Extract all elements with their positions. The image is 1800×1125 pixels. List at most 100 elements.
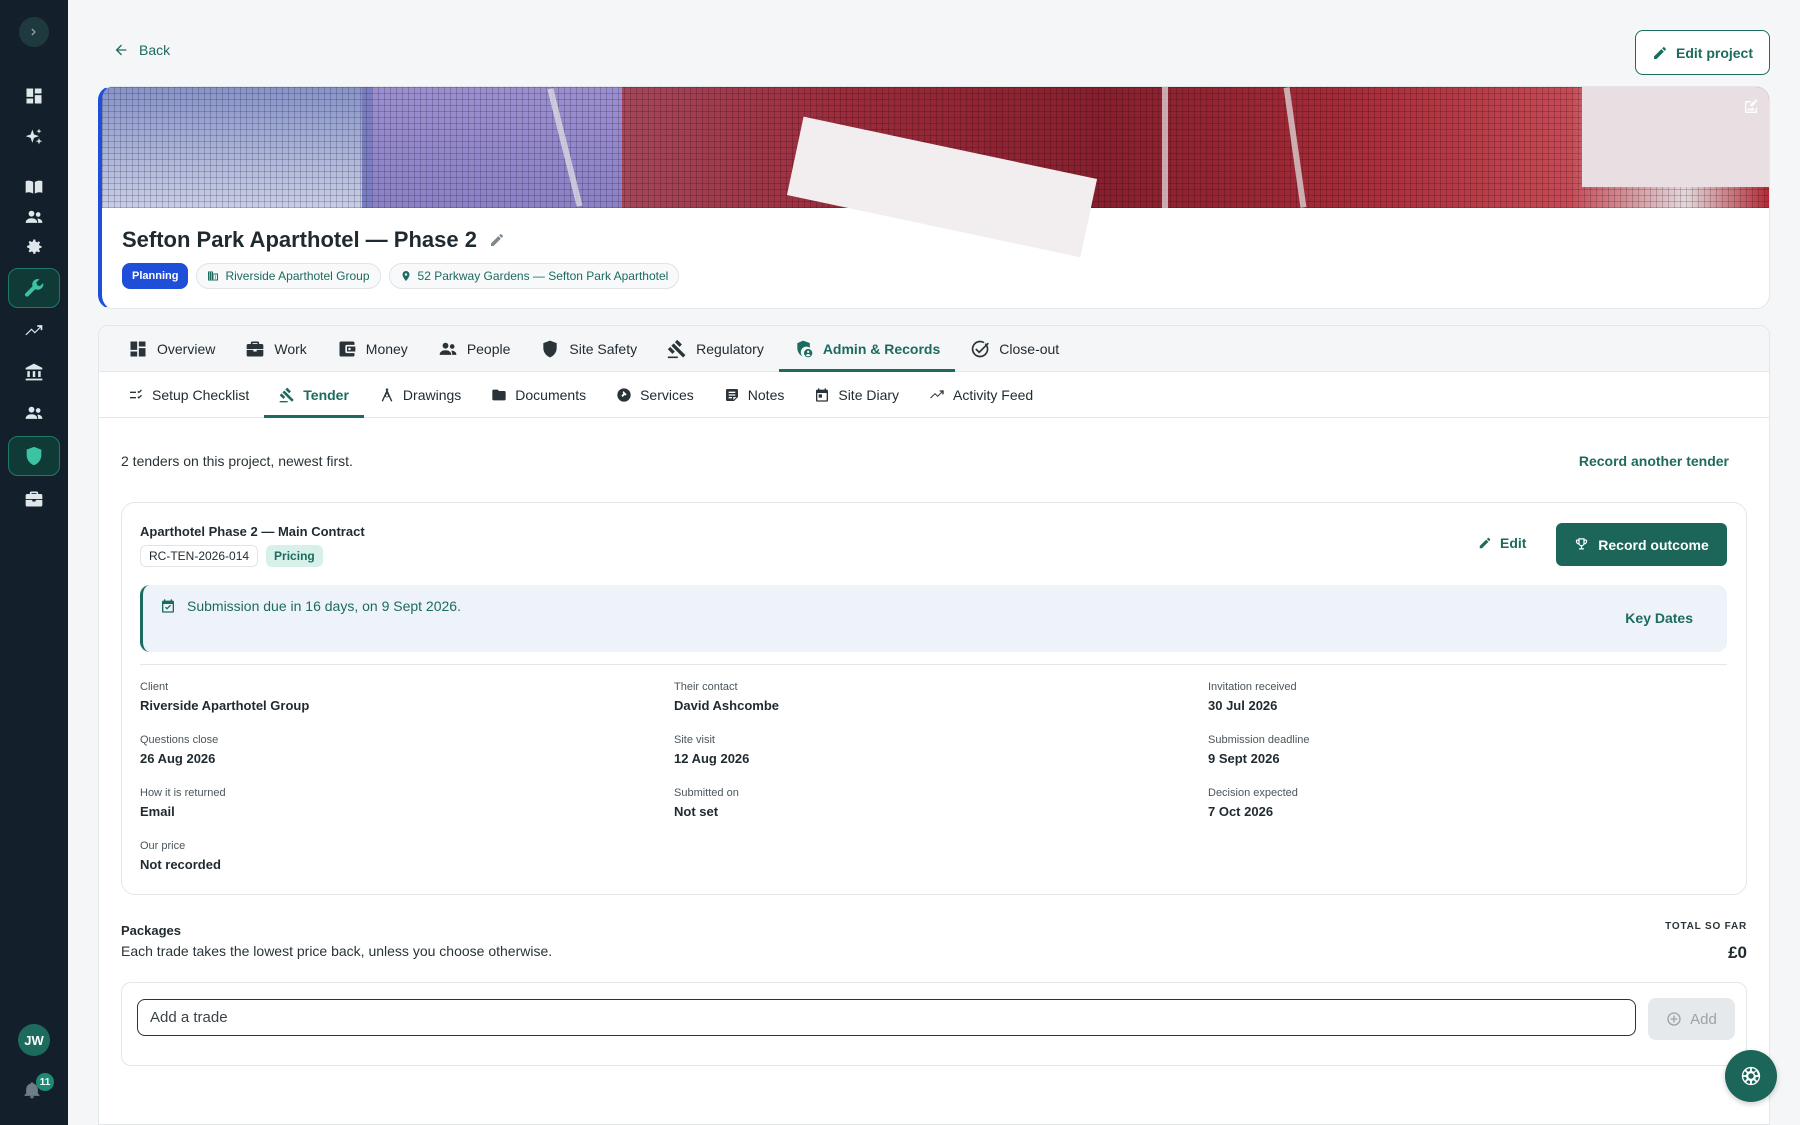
nav-reports[interactable] xyxy=(18,315,50,347)
secondary-tabs: Setup Checklist Tender Drawings Document… xyxy=(99,372,1769,418)
tab-site-safety[interactable]: Site Safety xyxy=(525,326,652,371)
trophy-icon xyxy=(1576,538,1588,550)
chevron-right-icon xyxy=(31,28,36,36)
field-label: Submitted on xyxy=(674,787,739,799)
calendar-check-icon xyxy=(162,599,174,613)
field-label: Invitation received xyxy=(1208,681,1297,693)
dashboard-icon xyxy=(26,88,42,104)
field-label: Decision expected xyxy=(1208,787,1298,799)
project-title-text: Sefton Park Aparthotel — Phase 2 xyxy=(122,227,477,252)
record-another-tender-link[interactable]: Record another tender xyxy=(1579,453,1729,469)
calendar-icon xyxy=(816,387,829,402)
subtab-notes[interactable]: Notes xyxy=(709,372,800,417)
key-dates-link[interactable]: Key Dates xyxy=(1625,610,1693,626)
field-value: 9 Sept 2026 xyxy=(1208,751,1280,766)
field-value: 26 Aug 2026 xyxy=(140,751,216,766)
tab-label: Regulatory xyxy=(696,340,764,357)
pencil-icon xyxy=(1653,46,1666,59)
tab-admin-records[interactable]: Admin & Records xyxy=(778,326,956,372)
tender-card: Aparthotel Phase 2 — Main Contract RC-TE… xyxy=(121,502,1747,895)
tab-label: Close-out xyxy=(999,340,1060,357)
notification-count-badge: 11 xyxy=(36,1073,54,1091)
nav-projects[interactable] xyxy=(8,268,60,308)
tab-label: Site Safety xyxy=(569,340,638,357)
back-link[interactable]: Back xyxy=(113,42,170,58)
field-return-method: How it is returned Email xyxy=(140,787,226,819)
nav-library[interactable] xyxy=(18,171,50,203)
nav-ai[interactable] xyxy=(18,121,50,153)
tab-overview[interactable]: Overview xyxy=(113,326,230,371)
subtab-label: Drawings xyxy=(402,386,462,403)
lifebuoy-icon xyxy=(1741,1066,1761,1086)
subtab-drawings[interactable]: Drawings xyxy=(364,372,476,417)
field-label: Submission deadline xyxy=(1208,734,1310,746)
tab-people[interactable]: People xyxy=(423,326,526,371)
nav-contacts[interactable] xyxy=(18,201,50,233)
nav-team[interactable] xyxy=(18,397,50,429)
help-fab-button[interactable] xyxy=(1725,1050,1777,1102)
client-chip-label: Riverside Aparthotel Group xyxy=(225,269,370,283)
services-icon xyxy=(617,387,631,402)
record-outcome-label: Record outcome xyxy=(1598,536,1709,553)
tab-regulatory[interactable]: Regulatory xyxy=(652,326,779,371)
nav-settings[interactable] xyxy=(18,231,50,263)
address-chip[interactable]: 52 Parkway Gardens — Sefton Park Apartho… xyxy=(388,263,680,289)
field-value: 30 Jul 2026 xyxy=(1208,698,1278,713)
subtab-label: Setup Checklist xyxy=(152,386,250,403)
field-invitation: Invitation received 30 Jul 2026 xyxy=(1208,681,1297,713)
tab-money[interactable]: Money xyxy=(322,326,423,371)
add-trade-button[interactable]: Add xyxy=(1648,998,1735,1040)
nav-dashboard[interactable] xyxy=(18,80,50,112)
subtab-setup-checklist[interactable]: Setup Checklist xyxy=(113,372,264,417)
primary-tabs: Overview Work Money People Site Safety R… xyxy=(99,326,1769,372)
client-chip[interactable]: Riverside Aparthotel Group xyxy=(196,263,381,289)
briefcase-icon xyxy=(25,491,43,507)
expand-sidebar-button[interactable] xyxy=(19,17,49,47)
note-icon xyxy=(725,388,738,401)
gavel-icon xyxy=(667,339,686,358)
building-icon xyxy=(208,271,219,281)
trend-icon xyxy=(25,325,43,336)
subtab-services[interactable]: Services xyxy=(601,372,709,417)
tab-label: Money xyxy=(365,340,408,357)
field-value: 7 Oct 2026 xyxy=(1208,804,1274,819)
people-icon xyxy=(25,406,43,419)
edit-tender-button[interactable]: Edit xyxy=(1478,535,1526,551)
tender-reference: RC-TEN-2026-014 xyxy=(140,545,259,567)
user-avatar[interactable]: JW xyxy=(18,1024,50,1056)
address-chip-label: 52 Parkway Gardens — Sefton Park Apartho… xyxy=(417,269,669,283)
tender-summary: 2 tenders on this project, newest first. xyxy=(121,453,353,469)
record-outcome-button[interactable]: Record outcome xyxy=(1556,523,1727,566)
add-trade-input[interactable] xyxy=(137,999,1636,1036)
field-label: Their contact xyxy=(674,681,738,693)
tab-work[interactable]: Work xyxy=(230,326,321,371)
subtab-tender[interactable]: Tender xyxy=(264,372,364,418)
field-submission-deadline: Submission deadline 9 Sept 2026 xyxy=(1208,734,1310,766)
total-so-far-value: £0 xyxy=(1728,943,1747,962)
bank-icon xyxy=(25,363,43,381)
edit-project-label: Edit project xyxy=(1675,44,1753,61)
sparkle-icon xyxy=(25,128,43,145)
submission-due-text: Submission due in 16 days, on 9 Sept 202… xyxy=(187,598,461,614)
subtab-activity-feed[interactable]: Activity Feed xyxy=(914,372,1048,417)
tab-label: People xyxy=(466,340,511,357)
total-so-far-label: TOTAL SO FAR xyxy=(1665,921,1747,932)
change-cover-button[interactable] xyxy=(1743,99,1761,117)
tab-close-out[interactable]: Close-out xyxy=(955,326,1074,371)
gavel-icon xyxy=(279,387,295,402)
subtab-site-diary[interactable]: Site Diary xyxy=(799,372,914,417)
field-label: Our price xyxy=(140,840,186,852)
field-label: How it is returned xyxy=(140,787,226,799)
back-label: Back xyxy=(139,42,171,58)
field-value: Email xyxy=(140,804,175,819)
nav-jobs[interactable] xyxy=(18,483,50,515)
add-trade-label: Add xyxy=(1690,1010,1717,1028)
nav-finance[interactable] xyxy=(18,356,50,388)
subtab-documents[interactable]: Documents xyxy=(476,372,601,417)
packages-subtitle: Each trade takes the lowest price back, … xyxy=(121,943,553,959)
nav-safety[interactable] xyxy=(8,436,60,476)
edit-project-button[interactable]: Edit project xyxy=(1635,30,1770,75)
people-icon xyxy=(439,342,457,355)
pencil-icon[interactable] xyxy=(489,232,505,248)
admin-shield-icon xyxy=(797,340,813,357)
